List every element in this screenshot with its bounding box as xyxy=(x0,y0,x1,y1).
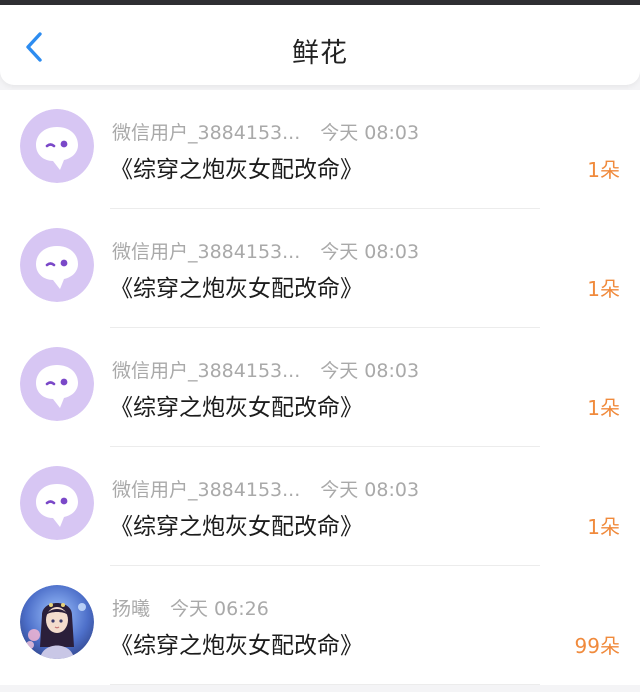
list-item[interactable]: 扬曦 今天 06:26 《综穿之炮灰女配改命》 99朵 xyxy=(0,566,640,685)
flower-count: 1朵 xyxy=(587,515,620,539)
list-item[interactable]: 微信用户_3884153... 今天 08:03 《综穿之炮灰女配改命》 1朵 xyxy=(0,90,640,209)
avatar[interactable] xyxy=(20,228,94,302)
flower-count: 1朵 xyxy=(587,158,620,182)
user-name: 微信用户_3884153... xyxy=(112,479,301,501)
chat-bubble-avatar-icon xyxy=(20,228,94,302)
flower-count: 1朵 xyxy=(587,396,620,420)
list-item[interactable]: 微信用户_3884153... 今天 08:03 《综穿之炮灰女配改命》 1朵 xyxy=(0,328,640,447)
record-meta: 扬曦 今天 06:26 xyxy=(112,594,269,621)
book-title: 《综穿之炮灰女配改命》 xyxy=(110,395,363,421)
list-item[interactable]: 微信用户_3884153... 今天 08:03 《综穿之炮灰女配改命》 1朵 xyxy=(0,209,640,328)
timestamp: 今天 06:26 xyxy=(170,598,269,620)
page-header: 鲜花 xyxy=(0,5,640,85)
portrait-photo-avatar xyxy=(20,585,94,659)
page-title: 鲜花 xyxy=(292,38,348,69)
timestamp: 今天 08:03 xyxy=(320,122,420,144)
user-name: 微信用户_3884153... xyxy=(112,122,301,144)
record-meta: 微信用户_3884153... 今天 08:03 xyxy=(112,356,419,383)
timestamp: 今天 08:03 xyxy=(320,360,420,382)
flower-count: 1朵 xyxy=(587,277,620,301)
chat-bubble-avatar-icon xyxy=(20,109,94,183)
avatar[interactable] xyxy=(20,585,94,659)
user-name: 扬曦 xyxy=(112,598,151,620)
book-title: 《综穿之炮灰女配改命》 xyxy=(110,633,363,659)
avatar[interactable] xyxy=(20,347,94,421)
list-item[interactable]: 微信用户_3884153... 今天 08:03 《综穿之炮灰女配改命》 1朵 xyxy=(0,447,640,566)
book-title: 《综穿之炮灰女配改命》 xyxy=(110,276,363,302)
book-title: 《综穿之炮灰女配改命》 xyxy=(110,514,363,540)
avatar[interactable] xyxy=(20,466,94,540)
flower-record-list: 微信用户_3884153... 今天 08:03 《综穿之炮灰女配改命》 1朵 微… xyxy=(0,90,640,685)
record-meta: 微信用户_3884153... 今天 08:03 xyxy=(112,475,419,502)
user-name: 微信用户_3884153... xyxy=(112,360,301,382)
record-meta: 微信用户_3884153... 今天 08:03 xyxy=(112,237,419,264)
divider xyxy=(110,684,540,685)
avatar[interactable] xyxy=(20,109,94,183)
timestamp: 今天 08:03 xyxy=(320,479,420,501)
chat-bubble-avatar-icon xyxy=(20,347,94,421)
timestamp: 今天 08:03 xyxy=(320,241,420,263)
chat-bubble-avatar-icon xyxy=(20,466,94,540)
user-name: 微信用户_3884153... xyxy=(112,241,301,263)
flower-count: 99朵 xyxy=(574,634,620,658)
record-meta: 微信用户_3884153... 今天 08:03 xyxy=(112,118,419,145)
book-title: 《综穿之炮灰女配改命》 xyxy=(110,157,363,183)
